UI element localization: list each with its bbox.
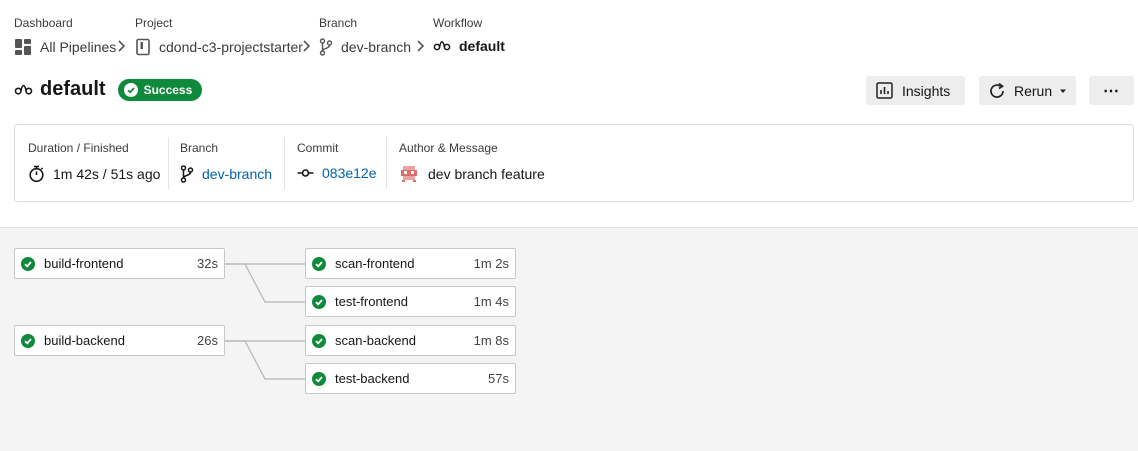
avatar: [401, 166, 417, 182]
caret-down-icon: [1060, 89, 1067, 93]
job-name: test-backend: [335, 371, 410, 386]
status-text: Success: [143, 82, 193, 97]
rerun-label: Rerun: [1014, 82, 1053, 99]
branch-icon: [319, 38, 333, 56]
rerun-button[interactable]: Rerun: [979, 76, 1076, 105]
insights-label: Insights: [902, 82, 951, 99]
commit-icon: [297, 169, 314, 177]
duration-label: Duration / Finished: [28, 141, 129, 155]
job-name: test-frontend: [335, 294, 408, 309]
author-label: Author & Message: [399, 141, 498, 155]
refresh-icon: [990, 82, 1004, 98]
job-name: scan-backend: [335, 333, 416, 348]
job-duration: 1m 2s: [473, 256, 509, 271]
success-icon: [312, 294, 326, 309]
branch-link[interactable]: dev-branch: [202, 166, 272, 182]
page-title: default: [40, 78, 106, 100]
commit-label: Commit: [297, 141, 339, 155]
chevron-right-icon: [303, 40, 311, 52]
breadcrumb-value[interactable]: All Pipelines: [40, 39, 116, 55]
divider: [168, 137, 169, 189]
job-duration: 32s: [197, 256, 218, 271]
job-test-backend[interactable]: test-backend 57s: [305, 363, 516, 394]
page-header: default Success: [14, 78, 203, 101]
more-options-button[interactable]: ⋯: [1089, 76, 1134, 105]
breadcrumb-label: Branch: [319, 16, 358, 30]
check-icon: [123, 82, 138, 97]
success-icon: [312, 256, 326, 271]
commit-link[interactable]: 083e12e: [322, 165, 377, 181]
breadcrumb-project[interactable]: Project cdond-c3-projectstarter: [135, 16, 303, 56]
breadcrumb-label: Workflow: [433, 16, 483, 30]
breadcrumb-label: Project: [135, 16, 173, 30]
success-icon: [21, 333, 35, 348]
job-duration: 26s: [197, 333, 218, 348]
stopwatch-icon: [29, 165, 44, 183]
breadcrumb-workflow: Workflow default: [433, 16, 505, 54]
insights-icon: [876, 82, 893, 99]
success-icon: [312, 371, 326, 386]
breadcrumb-value: default: [459, 38, 505, 54]
more-icon: ⋯: [1103, 82, 1120, 100]
divider: [284, 137, 285, 189]
repo-icon: [136, 38, 150, 56]
job-build-frontend[interactable]: build-frontend 32s: [14, 248, 225, 279]
branch-icon: [180, 165, 194, 183]
breadcrumb-branch[interactable]: Branch dev-branch: [319, 16, 411, 56]
breadcrumb-value[interactable]: cdond-c3-projectstarter: [159, 39, 303, 55]
success-icon: [312, 333, 326, 348]
insights-button[interactable]: Insights: [866, 76, 965, 105]
duration-value: 1m 42s / 51s ago: [53, 166, 161, 182]
job-name: build-frontend: [44, 256, 124, 271]
status-badge: Success: [117, 78, 203, 101]
job-name: scan-frontend: [335, 256, 415, 271]
dashboard-icon: [15, 39, 31, 55]
job-build-backend[interactable]: build-backend 26s: [14, 325, 225, 356]
breadcrumb-dashboard[interactable]: Dashboard All Pipelines: [14, 16, 116, 55]
success-icon: [21, 256, 35, 271]
chevron-right-icon: [118, 40, 126, 52]
workflow-icon: [14, 84, 33, 95]
job-duration: 1m 8s: [473, 333, 509, 348]
divider: [386, 137, 387, 189]
commit-message: dev branch feature: [428, 166, 545, 182]
job-duration: 1m 4s: [473, 294, 509, 309]
job-duration: 57s: [488, 371, 509, 386]
job-scan-backend[interactable]: scan-backend 1m 8s: [305, 325, 516, 356]
job-name: build-backend: [44, 333, 125, 348]
breadcrumb-value[interactable]: dev-branch: [341, 39, 411, 55]
workflow-icon: [433, 41, 451, 51]
branch-label: Branch: [180, 141, 219, 155]
chevron-right-icon: [417, 40, 425, 52]
workflow-summary: Duration / Finished 1m 42s / 51s ago Bra…: [14, 124, 1134, 202]
job-scan-frontend[interactable]: scan-frontend 1m 2s: [305, 248, 516, 279]
pipeline-graph: build-frontend 32s scan-frontend 1m 2s t…: [0, 227, 1138, 451]
breadcrumb-label: Dashboard: [14, 16, 73, 30]
job-test-frontend[interactable]: test-frontend 1m 4s: [305, 286, 516, 317]
